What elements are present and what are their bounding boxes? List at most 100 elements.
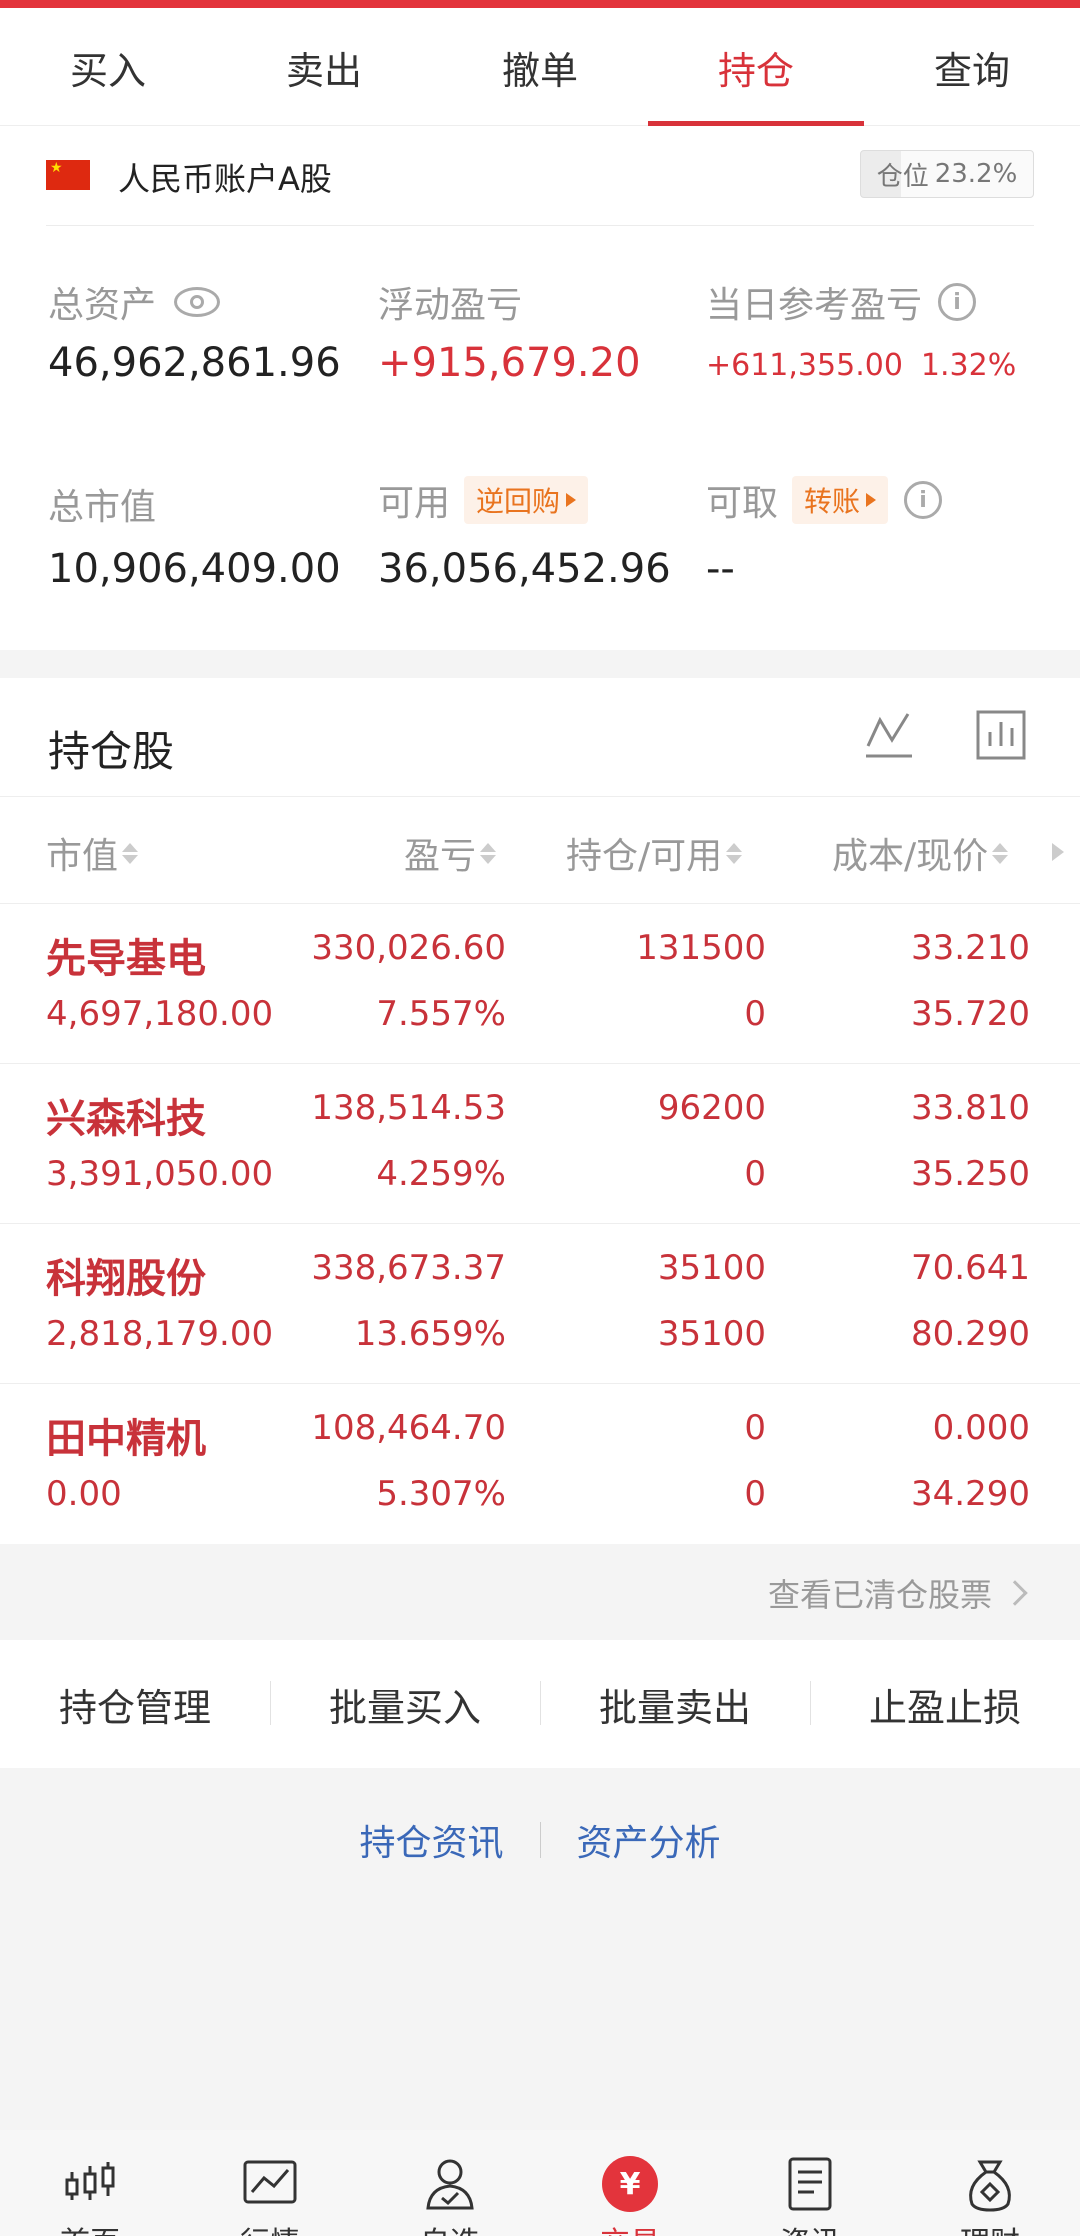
withdrawable-value: --: [706, 546, 735, 592]
view-cleared-stocks-link[interactable]: 查看已清仓股票: [768, 1570, 1028, 1616]
stock-pl: 108,464.70: [311, 1408, 506, 1448]
stock-name: 田中精机: [46, 1416, 206, 1462]
daily-pl-value: +611,355.00 1.32%: [706, 348, 1017, 383]
nav-home[interactable]: 首页: [0, 2130, 180, 2236]
scroll-right-icon[interactable]: [1052, 843, 1064, 861]
money-bag-icon: [969, 2160, 1011, 2212]
stock-cost: 33.210: [911, 928, 1030, 968]
stock-name: 兴森科技: [46, 1096, 206, 1142]
withdrawable-label: 可取 转账 i: [706, 474, 943, 526]
nav-label: 资讯: [720, 2218, 900, 2236]
sort-icon: [480, 842, 497, 864]
account-name: 人民币账户A股: [118, 160, 332, 198]
market-value-label: 总市值: [48, 487, 157, 528]
table-row[interactable]: 科翔股份 2,818,179.00 338,673.37 13.659% 351…: [0, 1224, 1080, 1384]
asset-analysis-link[interactable]: 资产分析: [541, 1814, 757, 1866]
info-icon[interactable]: i: [904, 481, 943, 519]
chevron-right-icon: [1002, 1580, 1028, 1606]
account-row[interactable]: ★ 人民币账户A股 仓位 23.2%: [0, 126, 1080, 226]
position-ratio-value: 23.2%: [934, 159, 1018, 189]
info-icon[interactable]: i: [938, 283, 977, 321]
stock-market-value: 2,818,179.00: [46, 1314, 274, 1354]
table-row[interactable]: 田中精机 0.00 108,464.70 5.307% 0 0 0.000 34…: [0, 1384, 1080, 1544]
tab-query[interactable]: 查询: [864, 8, 1080, 126]
position-ratio-badge: 仓位 23.2%: [860, 150, 1034, 198]
tab-positions[interactable]: 持仓: [648, 8, 864, 126]
asset-summary: 总资产 46,962,861.96 浮动盈亏 +915,679.20 当日参考盈…: [0, 226, 1080, 650]
manage-positions-button[interactable]: 持仓管理: [0, 1677, 270, 1732]
stock-position: 0: [744, 1408, 766, 1448]
market-value-value: 10,906,409.00: [48, 546, 341, 592]
stock-position: 35100: [657, 1248, 766, 1288]
stock-pl: 338,673.37: [311, 1248, 506, 1288]
stock-price: 80.290: [911, 1314, 1030, 1354]
nav-watchlist[interactable]: 自选: [360, 2130, 540, 2236]
trade-tabs: 买入 卖出 撤单 持仓 查询: [0, 8, 1080, 126]
stock-market-value: 4,697,180.00: [46, 994, 274, 1034]
table-row[interactable]: 先导基电 4,697,180.00 330,026.60 7.557% 1315…: [0, 904, 1080, 1064]
nav-market[interactable]: 行情: [180, 2130, 360, 2236]
tab-buy[interactable]: 买入: [0, 8, 216, 126]
stock-pl-pct: 7.557%: [376, 994, 506, 1034]
nav-trade[interactable]: ¥ 交易: [540, 2130, 720, 2236]
stock-position: 131500: [636, 928, 766, 968]
take-profit-stop-loss-button[interactable]: 止盈止损: [810, 1677, 1080, 1732]
batch-buy-button[interactable]: 批量买入: [270, 1677, 540, 1732]
position-news-link[interactable]: 持仓资讯: [323, 1814, 539, 1866]
trend-chart-icon[interactable]: [862, 708, 916, 762]
bar-chart-icon[interactable]: [974, 708, 1028, 762]
holdings-panel: 持仓股 市值 盈亏 持仓/可用 成本/现价 先导基电 4,697,180.00 …: [0, 678, 1080, 1544]
stock-cost: 0.000: [932, 1408, 1030, 1448]
candlestick-icon: [65, 2162, 115, 2200]
user-check-icon: [426, 2159, 474, 2210]
batch-sell-button[interactable]: 批量卖出: [540, 1677, 810, 1732]
bottom-nav: 首页 行情 自选 ¥ 交易 资讯 理财: [0, 2130, 1080, 2236]
daily-pl-label: 当日参考盈亏 i: [706, 276, 977, 328]
tab-cancel[interactable]: 撤单: [432, 8, 648, 126]
table-row[interactable]: 兴森科技 3,391,050.00 138,514.53 4.259% 9620…: [0, 1064, 1080, 1224]
sort-icon: [992, 842, 1009, 864]
stock-pl-pct: 5.307%: [376, 1474, 506, 1514]
stock-price: 35.250: [911, 1154, 1030, 1194]
reverse-repo-button[interactable]: 逆回购: [464, 476, 589, 524]
stock-pl-pct: 13.659%: [354, 1314, 506, 1354]
stock-available: 0: [744, 994, 766, 1034]
position-ratio-label: 仓位: [876, 161, 929, 192]
holdings-header: 市值 盈亏 持仓/可用 成本/现价: [0, 796, 1080, 904]
eye-icon[interactable]: [174, 287, 221, 317]
total-assets-value: 46,962,861.96: [48, 340, 341, 386]
top-accent-bar: [0, 0, 1080, 8]
line-chart-icon: [243, 2160, 297, 2204]
sort-market-value[interactable]: 市值: [46, 827, 139, 879]
tab-sell[interactable]: 卖出: [216, 8, 432, 126]
sort-cost-price[interactable]: 成本/现价: [832, 827, 1009, 879]
sort-icon: [726, 842, 743, 864]
stock-price: 35.720: [911, 994, 1030, 1034]
stock-available: 0: [744, 1474, 766, 1514]
holdings-title: 持仓股: [48, 727, 175, 776]
stock-price: 34.290: [911, 1474, 1030, 1514]
stock-position: 96200: [657, 1088, 766, 1128]
position-actions: 持仓管理 批量买入 批量卖出 止盈止损: [0, 1640, 1080, 1768]
sort-icon: [122, 842, 139, 864]
daily-pl-pct: 1.32%: [920, 348, 1017, 383]
yen-icon: ¥: [602, 2156, 658, 2212]
sort-pl[interactable]: 盈亏: [404, 827, 497, 879]
stock-market-value: 0.00: [46, 1474, 122, 1514]
stock-cost: 33.810: [911, 1088, 1030, 1128]
nav-news[interactable]: 资讯: [720, 2130, 900, 2236]
stock-available: 0: [744, 1154, 766, 1194]
stock-market-value: 3,391,050.00: [46, 1154, 274, 1194]
stock-name: 科翔股份: [46, 1256, 206, 1302]
stock-pl: 138,514.53: [311, 1088, 506, 1128]
stock-name: 先导基电: [46, 936, 206, 982]
floating-pl-value: +915,679.20: [378, 340, 641, 386]
transfer-button[interactable]: 转账: [792, 476, 889, 524]
info-links: 持仓资讯 资产分析: [0, 1800, 1080, 1880]
nav-label: 理财: [900, 2218, 1080, 2236]
sort-position[interactable]: 持仓/可用: [566, 827, 743, 879]
nav-wealth[interactable]: 理财: [900, 2130, 1080, 2236]
nav-label: 行情: [180, 2218, 360, 2236]
stock-cost: 70.641: [911, 1248, 1030, 1288]
stock-available: 35100: [657, 1314, 766, 1354]
